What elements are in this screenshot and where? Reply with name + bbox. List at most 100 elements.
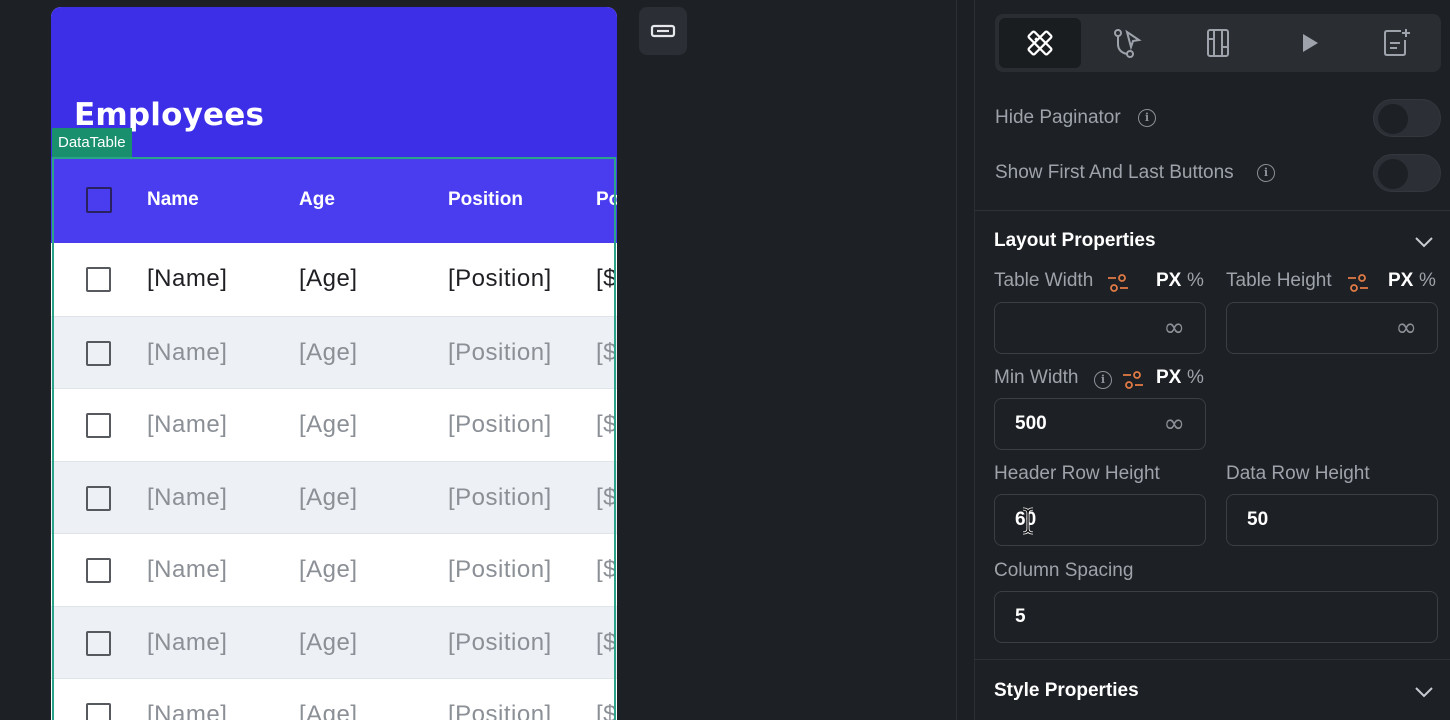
- row-checkbox[interactable]: [86, 485, 111, 511]
- add-note-icon: [1384, 29, 1410, 56]
- cell-position: [Position]: [448, 701, 552, 720]
- cell-age: [Age]: [299, 411, 358, 438]
- cell-position: [Position]: [448, 338, 552, 366]
- tab-properties[interactable]: [999, 18, 1081, 68]
- select-all-checkbox[interactable]: [86, 187, 112, 213]
- column-spacing-value: 5: [1015, 606, 1026, 627]
- data-table[interactable]: Name Age Position Po [Name] [Age] [Posit…: [51, 157, 617, 720]
- table-row[interactable]: [Name] [Age] [Position] [$: [51, 388, 617, 461]
- toggle-size-button[interactable]: [639, 7, 687, 55]
- tab-actions[interactable]: [1086, 18, 1168, 68]
- column-spacing-label: Column Spacing: [994, 560, 1134, 581]
- toggle-knob: [1378, 104, 1408, 134]
- table-width-label: Table Width: [994, 270, 1094, 291]
- cell-name: [Name]: [147, 411, 228, 438]
- toggle-knob: [1378, 159, 1408, 189]
- data-row-height-input[interactable]: 50: [1226, 494, 1438, 546]
- data-row-height-value: 50: [1247, 509, 1269, 530]
- tab-widget-tree[interactable]: [1177, 18, 1259, 68]
- layout-properties-title[interactable]: Layout Properties: [994, 230, 1156, 252]
- table-height-input[interactable]: ∞: [1226, 302, 1438, 354]
- cell-name: [Name]: [147, 265, 228, 292]
- cell-age: [Age]: [299, 628, 358, 656]
- infinity-icon[interactable]: ∞: [1163, 303, 1185, 353]
- hide-paginator-row: Hide Paginator i: [995, 98, 1441, 138]
- properties-tool-icon: [1027, 30, 1053, 56]
- canvas-divider: [956, 0, 957, 720]
- info-icon[interactable]: i: [1138, 109, 1156, 127]
- table-width-input[interactable]: ∞: [994, 302, 1206, 354]
- cell-age: [Age]: [299, 556, 358, 583]
- column-header-age[interactable]: Age: [299, 157, 335, 243]
- cell-truncated: [$: [596, 265, 617, 292]
- cell-age: [Age]: [299, 265, 358, 292]
- unit-percent-button[interactable]: %: [1187, 367, 1204, 389]
- selected-widget-badge[interactable]: DataTable: [52, 128, 132, 157]
- text-cursor-icon: [1022, 507, 1034, 535]
- tab-notes[interactable]: [1355, 18, 1437, 68]
- unit-percent-button[interactable]: %: [1419, 270, 1436, 292]
- phone-preview[interactable]: Employees Name Age Position Po [Name] [A…: [51, 7, 617, 720]
- cell-name: [Name]: [147, 701, 228, 720]
- infinity-icon[interactable]: ∞: [1395, 303, 1417, 353]
- unit-percent-button[interactable]: %: [1187, 270, 1204, 292]
- cell-age: [Age]: [299, 701, 358, 720]
- section-divider: [974, 659, 1450, 660]
- cell-truncated: [$: [596, 701, 617, 720]
- cell-position: [Position]: [448, 265, 552, 292]
- chevron-down-icon[interactable]: [1414, 682, 1434, 702]
- cell-name: [Name]: [147, 338, 228, 366]
- info-icon[interactable]: i: [1094, 371, 1112, 389]
- table-row[interactable]: [Name] [Age] [Position] [$: [51, 605, 617, 678]
- row-checkbox[interactable]: [86, 630, 111, 656]
- sliders-icon[interactable]: [1121, 368, 1145, 392]
- row-checkbox[interactable]: [86, 703, 111, 720]
- cell-truncated: [$: [596, 483, 617, 511]
- cell-position: [Position]: [448, 411, 552, 438]
- show-first-last-toggle[interactable]: [1373, 154, 1441, 192]
- tab-preview[interactable]: [1268, 18, 1350, 68]
- style-properties-title[interactable]: Style Properties: [994, 680, 1139, 702]
- unit-px-button[interactable]: PX: [1156, 270, 1181, 292]
- cell-position: [Position]: [448, 556, 552, 583]
- section-divider: [974, 210, 1450, 211]
- table-height-label: Table Height: [1226, 270, 1332, 291]
- cell-truncated: [$: [596, 556, 617, 583]
- table-row[interactable]: [Name] [Age] [Position] [$: [51, 243, 617, 316]
- table-row[interactable]: [Name] [Age] [Position] [$: [51, 678, 617, 720]
- cell-truncated: [$: [596, 338, 617, 366]
- info-icon[interactable]: i: [1257, 164, 1275, 182]
- cell-name: [Name]: [147, 556, 228, 583]
- show-first-last-label: Show First And Last Buttons: [995, 162, 1234, 183]
- unit-px-button[interactable]: PX: [1388, 270, 1413, 292]
- show-first-last-row: Show First And Last Buttons i: [995, 153, 1441, 193]
- app-bar[interactable]: Employees: [51, 7, 617, 157]
- column-spacing-input[interactable]: 5: [994, 591, 1438, 643]
- infinity-icon[interactable]: ∞: [1163, 399, 1185, 449]
- table-header-row[interactable]: Name Age Position Po: [51, 157, 617, 243]
- table-row[interactable]: [Name] [Age] [Position] [$: [51, 460, 617, 533]
- row-checkbox[interactable]: [86, 413, 111, 438]
- sliders-icon[interactable]: [1106, 271, 1130, 295]
- unit-px-button[interactable]: PX: [1156, 367, 1181, 389]
- cell-truncated: [$: [596, 628, 617, 656]
- hide-paginator-toggle[interactable]: [1373, 99, 1441, 137]
- panel-tab-bar: [995, 14, 1441, 72]
- row-checkbox[interactable]: [86, 340, 111, 366]
- header-row-height-input[interactable]: 60: [994, 494, 1206, 546]
- column-header-name[interactable]: Name: [147, 157, 199, 243]
- header-row-height-label: Header Row Height: [994, 463, 1160, 484]
- min-width-label: Min Width: [994, 367, 1079, 388]
- cell-truncated: [$: [596, 411, 617, 438]
- sliders-icon[interactable]: [1346, 271, 1370, 295]
- table-row[interactable]: [Name] [Age] [Position] [$: [51, 315, 617, 388]
- design-canvas[interactable]: Employees Name Age Position Po [Name] [A…: [0, 0, 956, 720]
- row-checkbox[interactable]: [86, 267, 111, 292]
- min-width-input[interactable]: 500 ∞: [994, 398, 1206, 450]
- column-header-position[interactable]: Position: [448, 157, 523, 243]
- row-checkbox[interactable]: [86, 558, 111, 583]
- table-row[interactable]: [Name] [Age] [Position] [$: [51, 533, 617, 606]
- chevron-down-icon[interactable]: [1414, 232, 1434, 252]
- cell-age: [Age]: [299, 338, 358, 366]
- column-header-truncated[interactable]: Po: [596, 157, 617, 243]
